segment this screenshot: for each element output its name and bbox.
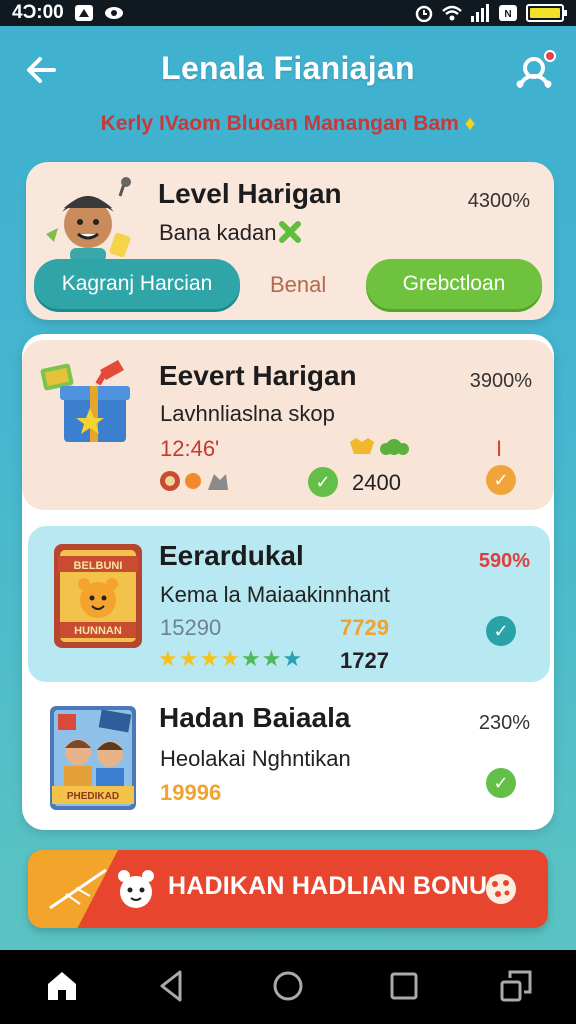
multi-window-icon[interactable] [498, 968, 534, 1004]
gift-box-icon [40, 360, 130, 442]
status-time: 4Ɔ:00 [12, 2, 64, 23]
bonus-label: HADIKAN HADLIAN BONUS [168, 872, 505, 900]
diamond-icon: ♦ [464, 112, 476, 135]
reward-card-subtitle: Kema la Maiaakinnhant [160, 582, 390, 607]
kids-badge-icon: PHEDIKAD [50, 706, 136, 810]
event-timer: 12:46' [160, 436, 220, 461]
home-circle-icon[interactable] [270, 968, 306, 1004]
event-complete-button[interactable]: ✓ [486, 465, 516, 495]
event-card-percent: 3900% [469, 370, 532, 392]
reward-star-count: 1727 [340, 648, 389, 673]
resource-icons [160, 471, 228, 491]
reward-card-title: Eerardukal [159, 540, 304, 571]
grebctloan-button[interactable]: Grebctloan [366, 259, 542, 309]
level-card-percent: 4300% [467, 190, 530, 212]
event-score: 2400 [352, 470, 401, 495]
plane-icon [49, 868, 107, 910]
page-title: Lenala Fianiajan [161, 50, 415, 86]
star-icon: ★ [282, 646, 303, 671]
event-card-subtitle: Lavhnliaslna skop [160, 401, 335, 426]
badge-top-text: BELBUNI [74, 560, 123, 572]
reward-value-mid: 7729 [340, 615, 389, 640]
eye-icon [104, 7, 123, 19]
star-icon: ★ [261, 646, 282, 671]
star-icon: ★ [220, 646, 240, 671]
reward-card-percent: 590% [478, 550, 530, 572]
reward-stars: ★ ★ ★ ★ ★ ★ ★ [158, 646, 302, 672]
status-bar: 4Ɔ:00 N [0, 0, 576, 26]
star-icon: ★ [178, 646, 199, 671]
app-notification-icon [74, 5, 93, 21]
back-nav-icon[interactable] [154, 968, 190, 1004]
level-card[interactable]: Level Harigan 4300% Bana kadan Kagranj H… [26, 162, 554, 320]
nfc-icon: N [499, 5, 517, 21]
mascot-icon [118, 870, 154, 908]
system-nav-bar [0, 950, 576, 1024]
hadan-card-subtitle: Heolakai Nghntikan [160, 746, 351, 771]
reward-card[interactable]: BELBUNI HUNNAN Eerardukal 590% Kema la M… [28, 526, 550, 682]
hadan-card[interactable]: PHEDIKAD Hadan Baiaala 230% Heolakai Ngh… [22, 694, 554, 830]
level-card-subtitle: Bana kadan [159, 220, 277, 245]
event-card-title: Eevert Harigan [159, 360, 357, 391]
reward-items-icon [350, 438, 409, 455]
hadan-value: 19996 [160, 780, 222, 805]
recents-icon[interactable] [386, 968, 422, 1004]
home-icon[interactable] [44, 968, 80, 1004]
badge-text: PHEDIKAD [67, 791, 119, 802]
notification-dot [544, 50, 556, 62]
benal-button[interactable]: Benal [270, 272, 326, 298]
quest-list: Eevert Harigan 3900% Lavhnliaslna skop 1… [22, 334, 554, 830]
subtitle-text: Kerly IVaom Bluoan Manangan Bam [100, 112, 459, 135]
reward-value-left: 15290 [160, 615, 222, 640]
kagranj-harcian-button[interactable]: Kagranj Harcian [34, 259, 240, 309]
event-marker: I [496, 436, 503, 461]
svg-text:N: N [504, 9, 511, 20]
profile-button[interactable] [512, 48, 556, 92]
alarm-icon [415, 5, 433, 22]
wifi-icon [442, 5, 462, 21]
star-icon: ★ [158, 646, 178, 671]
signal-icon [471, 4, 489, 22]
hadan-card-percent: 230% [478, 712, 530, 734]
hadan-card-title: Hadan Baiaala [159, 702, 351, 733]
page-subtitle: Kerly IVaom Bluoan Manangan Bam ♦ [0, 112, 576, 136]
reward-complete-button[interactable]: ✓ [486, 616, 516, 646]
event-card[interactable]: Eevert Harigan 3900% Lavhnliaslna skop 1… [22, 340, 554, 510]
bear-badge-icon: BELBUNI HUNNAN [54, 544, 142, 648]
badge-bottom-text: HUNNAN [74, 625, 122, 637]
character-avatar-icon [46, 177, 131, 262]
sparkle-icon [279, 221, 301, 243]
hadan-complete-button[interactable]: ✓ [486, 768, 516, 798]
level-card-title: Level Harigan [158, 178, 342, 209]
star-icon: ★ [240, 646, 261, 671]
bonus-button[interactable]: HADIKAN HADLIAN BONUS [28, 850, 548, 928]
battery-icon [526, 4, 567, 22]
star-icon: ★ [199, 646, 220, 671]
cookie-icon [486, 874, 516, 904]
event-check-icon: ✓ [308, 467, 338, 497]
